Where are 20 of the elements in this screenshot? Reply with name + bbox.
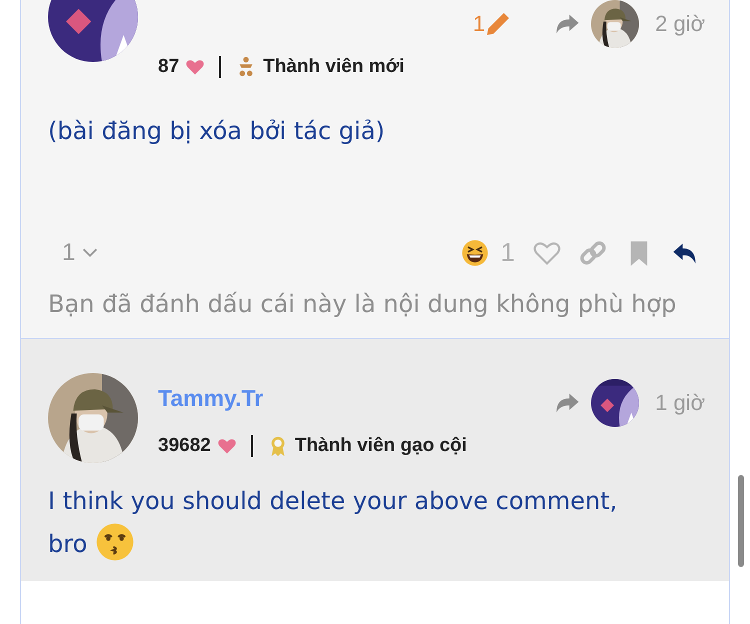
replies-toggle[interactable]: 1 — [62, 238, 102, 266]
like-count: 39682 — [158, 435, 211, 457]
like-count: 87 — [158, 56, 180, 78]
user-title: Thành viên gạo cội — [294, 435, 467, 457]
post-text: I think you should delete your above comment, bro — [48, 480, 648, 565]
username-link[interactable]: Tammy.Tr — [158, 384, 264, 412]
post-time: 1 giờ — [655, 390, 705, 416]
post-text: (bài đăng bị xóa bởi tác giả) — [48, 116, 386, 147]
scrollbar[interactable] — [738, 475, 744, 567]
post-time: 2 giờ — [655, 11, 705, 37]
emoji-icon — [94, 522, 135, 562]
reaction-count: 1 — [500, 237, 515, 268]
user-title: Thành viên mới — [263, 56, 404, 78]
flag-notice: Bạn đã đánh dấu cái này là nội dung không phù hợp — [48, 289, 678, 320]
heart-icon — [185, 57, 206, 77]
pencil-icon — [487, 13, 510, 35]
emoji-icon[interactable] — [460, 238, 489, 266]
heart-icon — [216, 436, 237, 456]
edit-history-button[interactable]: 1 — [472, 11, 510, 37]
link-icon[interactable] — [579, 238, 607, 266]
